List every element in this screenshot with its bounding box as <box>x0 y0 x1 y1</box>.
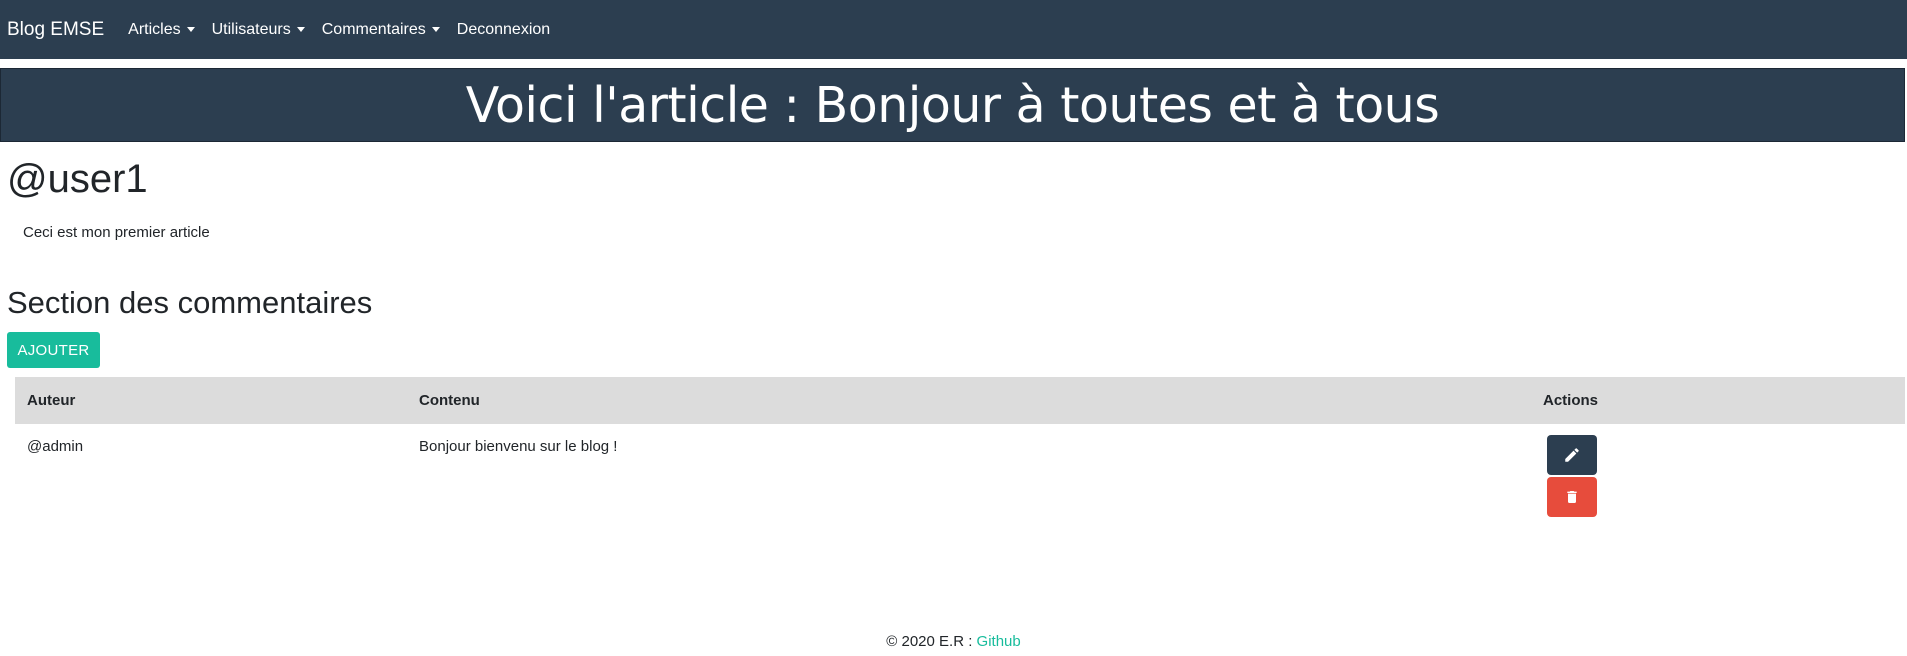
pencil-icon <box>1565 448 1579 462</box>
navbar: Blog EMSE Articles Utilisateurs Commenta… <box>0 0 1907 59</box>
nav-item-label: Deconnexion <box>456 20 551 38</box>
nav-item-utilisateurs[interactable]: Utilisateurs <box>212 21 305 39</box>
caret-down-icon <box>296 27 305 32</box>
article-title-banner: Voici l'article : Bonjour à toutes et à … <box>0 68 1905 142</box>
nav-item-label: Commentaires <box>321 20 426 38</box>
trash-icon <box>1567 491 1577 503</box>
article-author: @user1 <box>7 157 148 201</box>
comment-actions <box>1531 435 1905 517</box>
table-row: @admin Bonjour bienvenu sur le blog ! <box>15 424 1905 517</box>
nav-item-deconnexion[interactable]: Deconnexion <box>457 21 550 39</box>
header-content: Contenu <box>419 392 480 409</box>
navbar-brand[interactable]: Blog EMSE <box>7 19 104 41</box>
header-author: Auteur <box>27 392 76 409</box>
footer: © 2020 E.R : Github <box>0 633 1907 650</box>
delete-comment-button[interactable] <box>1547 477 1597 517</box>
nav-item-commentaires[interactable]: Commentaires <box>322 21 440 39</box>
add-comment-button[interactable]: AJOUTER <box>7 332 100 368</box>
nav-item-articles[interactable]: Articles <box>128 20 195 39</box>
github-link[interactable]: Github <box>977 633 1021 650</box>
comments-section-title: Section des commentaires <box>7 285 373 320</box>
comments-table: Auteur Contenu Actions @admin Bonjour bi… <box>15 377 1905 517</box>
footer-copyright: © 2020 E.R : <box>886 633 977 650</box>
caret-down-icon <box>186 27 195 32</box>
table-header: Auteur Contenu Actions <box>15 377 1905 424</box>
article-title: Voici l'article : Bonjour à toutes et à … <box>465 76 1440 134</box>
comment-content: Bonjour bienvenu sur le blog ! <box>419 438 618 455</box>
article-content: Ceci est mon premier article <box>23 224 210 241</box>
edit-comment-button[interactable] <box>1547 435 1597 475</box>
nav-item-label: Utilisateurs <box>211 20 291 38</box>
header-actions: Actions <box>1543 392 1599 409</box>
nav-item-label: Articles <box>128 20 181 38</box>
comment-author: @admin <box>27 438 84 455</box>
caret-down-icon <box>431 27 440 32</box>
